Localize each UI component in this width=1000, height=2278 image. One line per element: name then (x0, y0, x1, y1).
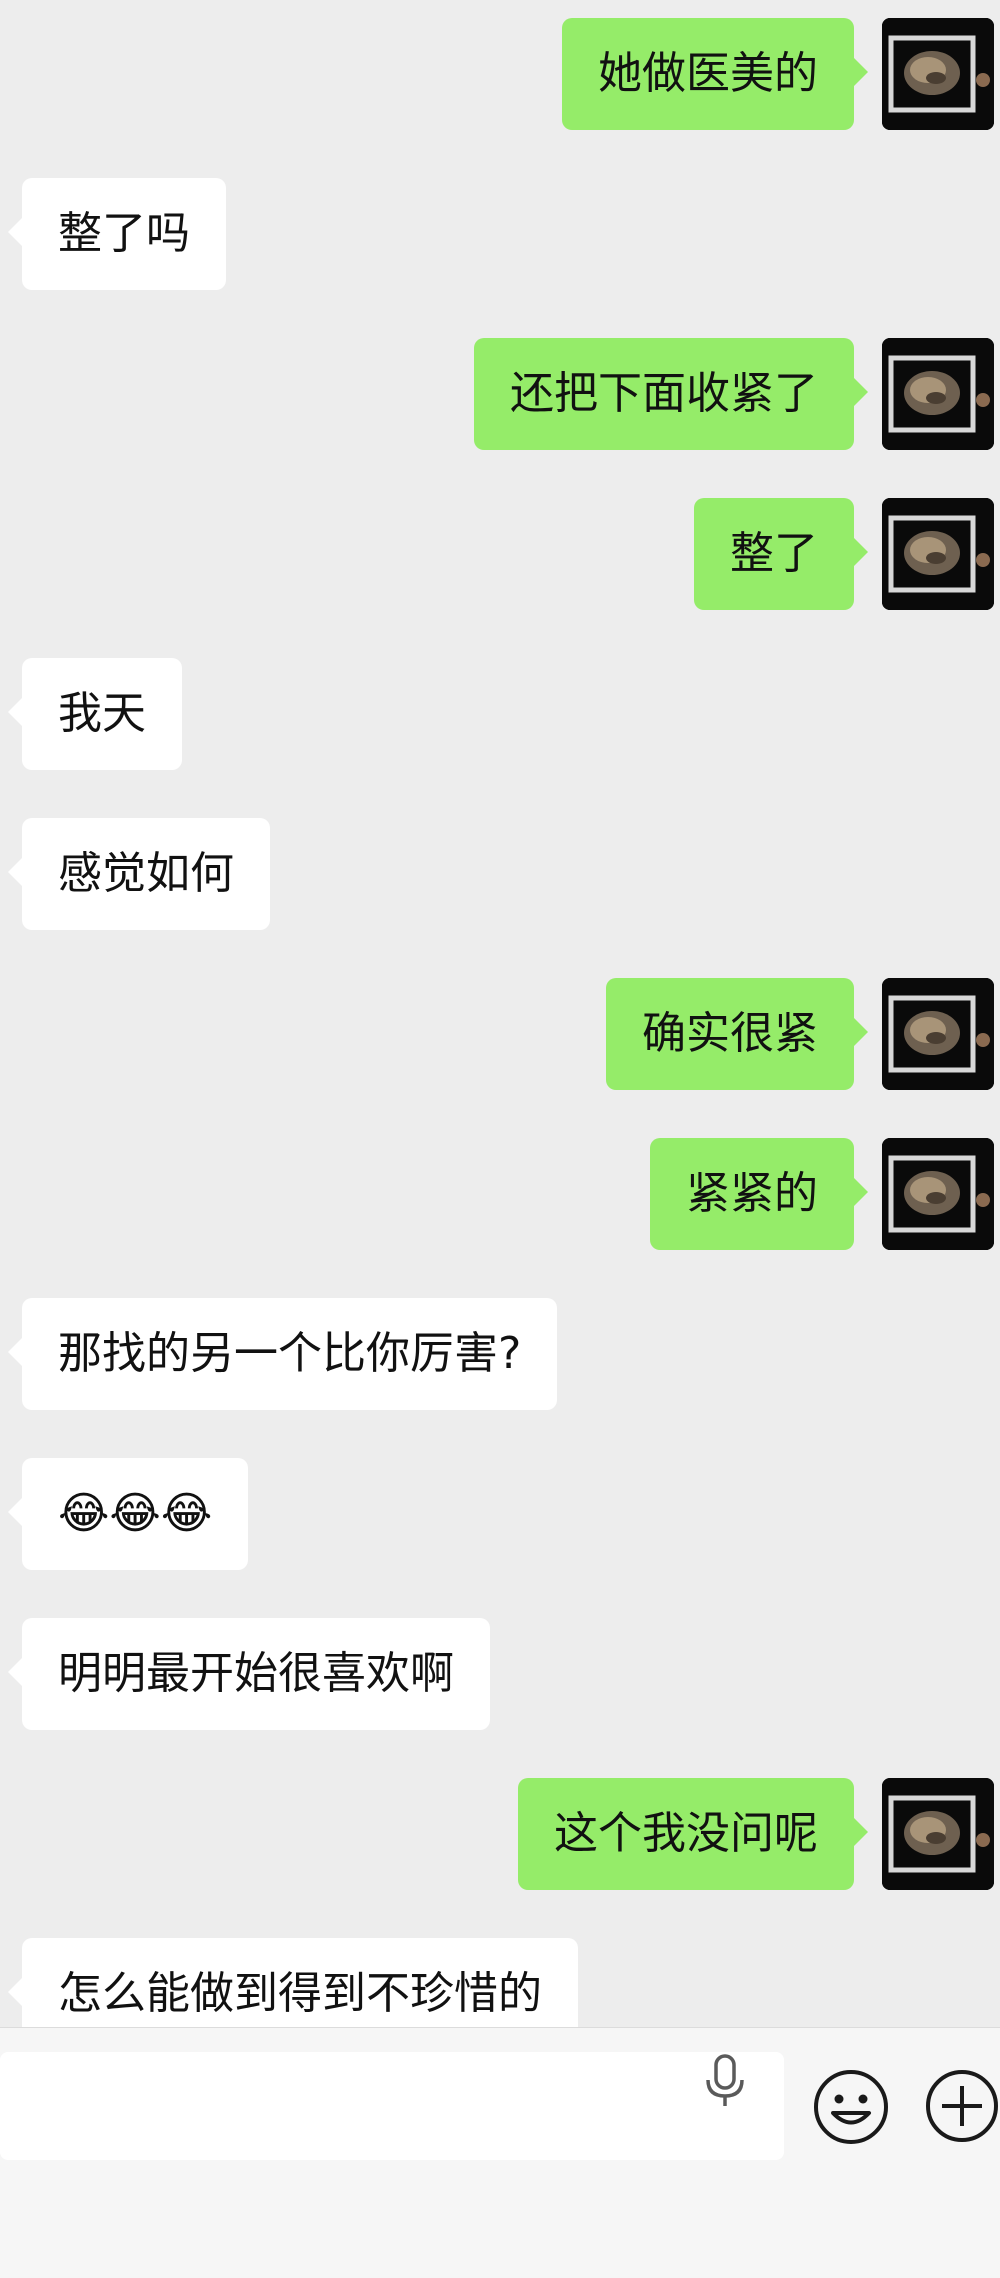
message-row-incoming: 明明最开始很喜欢啊 (0, 1618, 1000, 1730)
avatar-image (882, 1778, 994, 1890)
avatar-image (882, 978, 994, 1090)
avatar[interactable] (882, 1138, 994, 1250)
message-row-incoming: 我天 (0, 658, 1000, 770)
avatar-image (882, 338, 994, 450)
message-row-outgoing: 她做医美的 (0, 18, 1000, 130)
plus-icon[interactable] (924, 2068, 1000, 2144)
input-bar (0, 2027, 1000, 2278)
emoji-icon[interactable] (812, 2068, 890, 2146)
message-row-incoming: 😂😂😂 (0, 1458, 1000, 1570)
message-bubble[interactable]: 确实很紧 (606, 978, 868, 1090)
message-bubble[interactable]: 我天 (8, 658, 182, 770)
message-bubble[interactable]: 这个我没问呢 (518, 1778, 868, 1890)
message-row-outgoing: 确实很紧 (0, 978, 1000, 1090)
avatar[interactable] (882, 978, 994, 1090)
message-bubble[interactable]: 紧紧的 (650, 1138, 868, 1250)
message-bubble[interactable]: 那找的另一个比你厉害? (7, 1298, 558, 1410)
message-row-incoming: 那找的另一个比你厉害? (0, 1298, 1000, 1410)
message-input[interactable] (0, 2052, 784, 2160)
message-row-incoming: 整了吗 (0, 178, 1000, 290)
message-row-outgoing: 整了 (0, 498, 1000, 610)
message-row-outgoing: 这个我没问呢 (0, 1778, 1000, 1890)
avatar-image (882, 18, 994, 130)
message-bubble[interactable]: 😂😂😂 (7, 1458, 249, 1570)
message-bubble[interactable]: 感觉如何 (8, 818, 270, 930)
message-bubble[interactable]: 整了吗 (8, 178, 226, 290)
avatar[interactable] (882, 18, 994, 130)
chat-area[interactable]: 她做医美的 整了吗 还把下面收紧了 整了 我天 感觉如何 确实很紧 紧紧的 那找… (0, 0, 1000, 2027)
avatar[interactable] (882, 1778, 994, 1890)
message-bubble[interactable]: 怎么能做到得到不珍惜的 (8, 1938, 578, 2027)
avatar-image (882, 1138, 994, 1250)
avatar[interactable] (882, 338, 994, 450)
message-bubble[interactable]: 明明最开始很喜欢啊 (8, 1618, 490, 1730)
message-row-incoming: 感觉如何 (0, 818, 1000, 930)
message-row-incoming: 怎么能做到得到不珍惜的 (0, 1938, 1000, 2027)
avatar-image (882, 498, 994, 610)
message-row-outgoing: 紧紧的 (0, 1138, 1000, 1250)
microphone-icon[interactable] (700, 2052, 750, 2112)
message-bubble[interactable]: 整了 (694, 498, 868, 610)
message-row-outgoing: 还把下面收紧了 (0, 338, 1000, 450)
message-bubble[interactable]: 她做医美的 (562, 18, 868, 130)
avatar[interactable] (882, 498, 994, 610)
message-bubble[interactable]: 还把下面收紧了 (474, 338, 868, 450)
